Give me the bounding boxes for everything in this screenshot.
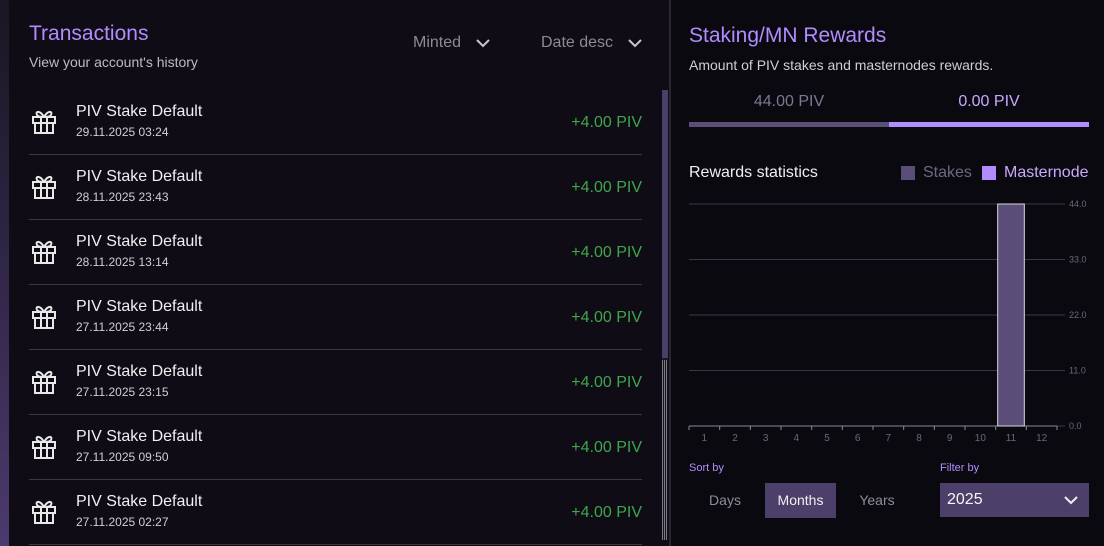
x-tick-label: 11 — [1006, 433, 1017, 444]
x-tick-label: 10 — [975, 433, 987, 444]
transaction-row[interactable]: PIV Stake Default 28.11.2025 13:14 +4.00 P… — [29, 220, 642, 285]
gift-icon — [32, 305, 56, 329]
transaction-name: PIV Stake Default — [76, 298, 203, 315]
gift-icon — [32, 175, 56, 199]
transaction-name: PIV Stake Default — [76, 428, 203, 445]
scrollbar-thumb[interactable] — [662, 90, 668, 358]
masternode-total: 0.00 PIV — [958, 93, 1020, 110]
x-tick-label: 3 — [763, 433, 769, 444]
x-tick-label: 9 — [947, 433, 953, 444]
transaction-row[interactable]: PIV Stake Default 28.11.2025 23:43 +4.00 P… — [29, 155, 642, 220]
transaction-row[interactable]: PIV Stake Default 27.11.2025 23:15 +4.00 P… — [29, 350, 642, 415]
transaction-name: PIV Stake Default — [76, 493, 203, 510]
transaction-name: PIV Stake Default — [76, 103, 203, 120]
sort-order-value: Date desc — [541, 34, 614, 51]
transaction-amount: +4.00 PIV — [571, 114, 642, 131]
chevron-down-icon — [628, 39, 642, 48]
legend-stakes: Stakes — [901, 164, 972, 182]
y-tick-label: 0.0 — [1069, 421, 1082, 431]
transaction-name: PIV Stake Default — [76, 233, 203, 250]
transaction-name: PIV Stake Default — [76, 363, 203, 380]
x-tick-label: 1 — [702, 433, 708, 444]
transaction-date: 29.11.2025 03:24 — [76, 125, 169, 139]
x-tick-label: 4 — [794, 433, 800, 444]
year-filter-dropdown[interactable]: 2025 — [940, 483, 1089, 517]
x-tick-label: 7 — [886, 433, 892, 444]
transaction-row[interactable]: PIV Stake Default 27.11.2025 02:27 +4.00 P… — [29, 480, 642, 545]
legend-masternode-swatch — [982, 166, 996, 180]
transaction-date: 28.11.2025 13:14 — [76, 255, 169, 269]
rewards-subtitle: Amount of PIV stakes and masternodes rew… — [689, 57, 994, 73]
transaction-amount: +4.00 PIV — [571, 439, 642, 456]
stakes-share-bar — [689, 122, 889, 127]
transaction-date: 27.11.2025 23:44 — [76, 320, 169, 334]
x-tick-label: 2 — [732, 433, 738, 444]
transaction-amount: +4.00 PIV — [571, 309, 642, 326]
bar-stakes — [997, 203, 1025, 427]
sort-order-dropdown[interactable]: Date desc — [541, 34, 643, 52]
chevron-down-icon — [1064, 496, 1078, 505]
y-tick-label: 11.0 — [1069, 366, 1086, 376]
transaction-date: 27.11.2025 23:15 — [76, 385, 169, 399]
gift-icon — [32, 435, 56, 459]
year-filter-value: 2025 — [947, 491, 983, 508]
transactions-panel: Transactions View your account's history… — [9, 0, 669, 546]
gift-icon — [32, 110, 56, 134]
transaction-name: PIV Stake Default — [76, 168, 203, 185]
filter-by-label: Filter by — [940, 462, 980, 474]
transactions-subtitle: View your account's history — [29, 54, 198, 70]
scrollbar-track — [662, 360, 668, 540]
rewards-statistics-title: Rewards statistics — [689, 164, 818, 181]
gift-icon — [32, 370, 56, 394]
sort-months-button[interactable]: Months — [765, 483, 836, 518]
transactions-title: Transactions — [29, 22, 149, 45]
legend-masternode: Masternode — [982, 164, 1089, 182]
gift-icon — [32, 240, 56, 264]
transaction-date: 27.11.2025 02:27 — [76, 515, 169, 529]
rewards-title: Staking/MN Rewards — [689, 24, 887, 47]
gift-icon — [32, 500, 56, 524]
transaction-amount: +4.00 PIV — [571, 374, 642, 391]
x-tick-label: 12 — [1036, 433, 1048, 444]
rewards-bar-chart: 0.011.022.033.044.01 2 3 4 5 6 7 8 9 10 11 12 — [688, 199, 1087, 444]
transaction-date: 28.11.2025 23:43 — [76, 190, 169, 204]
transactions-scrollbar[interactable] — [662, 90, 668, 540]
x-tick-label: 8 — [916, 433, 922, 444]
x-tick-label: 6 — [855, 433, 861, 444]
left-accent-bar — [0, 0, 9, 546]
type-filter-value: Minted — [413, 34, 462, 51]
type-filter-dropdown[interactable]: Minted — [413, 34, 491, 52]
transaction-row[interactable]: PIV Stake Default 27.11.2025 09:50 +4.00 P… — [29, 415, 642, 480]
y-tick-label: 22.0 — [1069, 310, 1087, 320]
sort-years-button[interactable]: Years — [851, 483, 903, 518]
legend-stakes-swatch — [901, 166, 915, 180]
y-tick-label: 44.0 — [1069, 199, 1087, 209]
x-tick-label: 5 — [824, 433, 830, 444]
stakes-total: 44.00 PIV — [753, 93, 825, 110]
transaction-row[interactable]: PIV Stake Default 27.11.2025 23:44 +4.00 P… — [29, 285, 642, 350]
transaction-date: 27.11.2025 09:50 — [76, 450, 169, 464]
transaction-list: PIV Stake Default 29.11.2025 03:24 +4.00 P… — [29, 90, 642, 545]
transaction-row[interactable]: PIV Stake Default 29.11.2025 03:24 +4.00 P… — [29, 90, 642, 155]
masternode-share-bar — [889, 122, 1089, 127]
transaction-amount: +4.00 PIV — [571, 504, 642, 521]
transaction-amount: +4.00 PIV — [571, 179, 642, 196]
chevron-down-icon — [476, 39, 490, 48]
y-tick-label: 33.0 — [1069, 255, 1087, 265]
legend-stakes-label: Stakes — [923, 164, 972, 181]
sort-days-button[interactable]: Days — [699, 483, 751, 518]
transaction-amount: +4.00 PIV — [571, 244, 642, 261]
sort-by-label: Sort by — [689, 462, 724, 474]
legend-masternode-label: Masternode — [1004, 164, 1089, 181]
